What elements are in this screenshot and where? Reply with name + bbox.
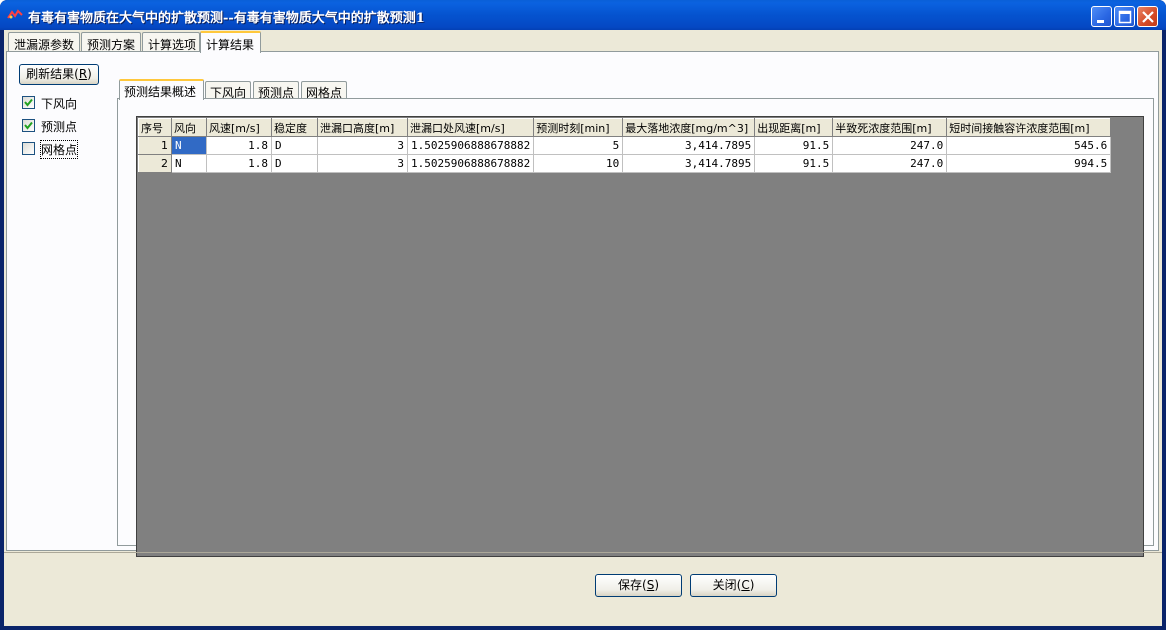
leak-height-cell[interactable]: 3 [317,154,408,173]
close-window-button[interactable] [1137,6,1158,27]
client-area: 泄漏源参数 预测方案 计算选项 计算结果 刷新结果(R) 下风向 预测点 网格点… [4,30,1162,626]
column-header[interactable]: 短时间接触容许浓度范围[m] [946,118,1112,137]
column-header[interactable]: 预测时刻[min] [533,118,624,137]
window-title: 有毒有害物质在大气中的扩散预测--有毒有害物质大气中的扩散预测1 [28,11,425,26]
app-icon [7,9,23,19]
minimize-icon [1097,20,1104,23]
max-concentration-cell[interactable]: 3,414.7895 [622,154,756,173]
leak-height-cell[interactable]: 3 [317,136,408,155]
stability-cell[interactable]: D [271,154,318,173]
save-button[interactable]: 保存(S) [595,574,682,597]
wind-direction-cell[interactable]: N [171,136,207,155]
grid-point-checkbox-box[interactable] [22,142,35,155]
maximize-button[interactable] [1114,6,1135,27]
results-panel: 刷新结果(R) 下风向 预测点 网格点 预测结果概述 下风向 预测点 网格点 序… [6,51,1159,557]
summary-panel: 序号 风向 风速[m/s] 稳定度 泄漏口高度[m] 泄漏口处风速[m/s] 预… [117,98,1154,557]
save-shortcut-key: S [646,578,655,592]
grid-point-label: 网格点 [39,140,79,159]
refresh-shortcut-key: R [78,67,88,81]
row-number: 1 [138,136,172,155]
lc50-range-cell[interactable]: 247.0 [832,136,948,155]
tab-prediction-scheme[interactable]: 预测方案 [81,32,141,52]
title-bar[interactable]: 有毒有害物质在大气中的扩散预测--有毒有害物质大气中的扩散预测1 [0,0,1166,30]
column-header[interactable]: 风速[m/s] [206,118,272,137]
close-label: 关闭 [712,578,737,592]
column-header[interactable]: 泄漏口处风速[m/s] [406,118,535,137]
column-header[interactable]: 稳定度 [271,118,318,137]
close-button[interactable]: 关闭(C) [690,574,777,597]
prediction-time-cell[interactable]: 10 [533,154,624,173]
tab-calc-results[interactable]: 计算结果 [200,31,261,53]
prediction-time-cell[interactable]: 5 [533,136,624,155]
column-header[interactable]: 风向 [171,118,207,137]
table-header-row: 序号 风向 风速[m/s] 稳定度 泄漏口高度[m] 泄漏口处风速[m/s] 预… [138,118,1112,137]
leak-wind-speed-cell[interactable]: 1.5025906888678882 [406,154,535,173]
wind-speed-cell[interactable]: 1.8 [206,154,272,173]
results-grid[interactable]: 序号 风向 风速[m/s] 稳定度 泄漏口高度[m] 泄漏口处风速[m/s] 预… [136,116,1144,557]
downwind-label: 下风向 [41,97,78,111]
refresh-results-label: 刷新结果 [26,67,75,81]
stel-range-cell[interactable]: 545.6 [946,136,1112,155]
column-header[interactable]: 泄漏口高度[m] [317,118,408,137]
wind-direction-cell[interactable]: N [171,154,207,173]
close-shortcut-key: C [741,578,750,592]
stability-cell[interactable]: D [271,136,318,155]
close-icon [1142,11,1154,23]
minimize-button[interactable] [1091,6,1112,27]
column-header[interactable]: 序号 [138,118,172,137]
refresh-results-button[interactable]: 刷新结果(R) [19,64,99,85]
prediction-point-checkbox-box[interactable] [22,119,35,132]
app-window: 有毒有害物质在大气中的扩散预测--有毒有害物质大气中的扩散预测1 泄漏源参数 预… [0,0,1166,630]
distance-cell[interactable]: 91.5 [754,154,834,173]
stel-range-cell[interactable]: 994.5 [946,154,1112,173]
checkmark-icon [24,121,33,130]
tab-result-summary[interactable]: 预测结果概述 [119,79,204,100]
column-header[interactable]: 出现距离[m] [754,118,834,137]
leak-wind-speed-cell[interactable]: 1.5025906888678882 [406,136,535,155]
column-header[interactable]: 最大落地浓度[mg/m^3] [622,118,756,137]
table-row[interactable]: 1 N 1.8 D 3 1.5025906888678882 5 3,414.7… [138,136,1112,155]
prediction-point-label: 预测点 [41,120,78,134]
row-number: 2 [138,154,172,173]
checkbox-grid-point[interactable]: 网格点 [22,140,92,159]
downwind-checkbox-box[interactable] [22,96,35,109]
distance-cell[interactable]: 91.5 [754,136,834,155]
save-label: 保存 [617,578,642,592]
separator [4,552,1162,553]
max-concentration-cell[interactable]: 3,414.7895 [622,136,756,155]
tab-calc-options[interactable]: 计算选项 [142,32,200,52]
checkbox-prediction-point[interactable]: 预测点 [22,117,92,134]
results-table: 序号 风向 风速[m/s] 稳定度 泄漏口高度[m] 泄漏口处风速[m/s] 预… [138,118,1112,173]
maximize-icon [1118,10,1132,24]
checkmark-icon [24,98,33,107]
checkbox-downwind[interactable]: 下风向 [22,94,92,111]
lc50-range-cell[interactable]: 247.0 [832,154,948,173]
table-row[interactable]: 2 N 1.8 D 3 1.5025906888678882 10 3,414.… [138,154,1112,173]
tab-leak-source-params[interactable]: 泄漏源参数 [8,32,80,52]
column-header[interactable]: 半致死浓度范围[m] [832,118,948,137]
wind-speed-cell[interactable]: 1.8 [206,136,272,155]
